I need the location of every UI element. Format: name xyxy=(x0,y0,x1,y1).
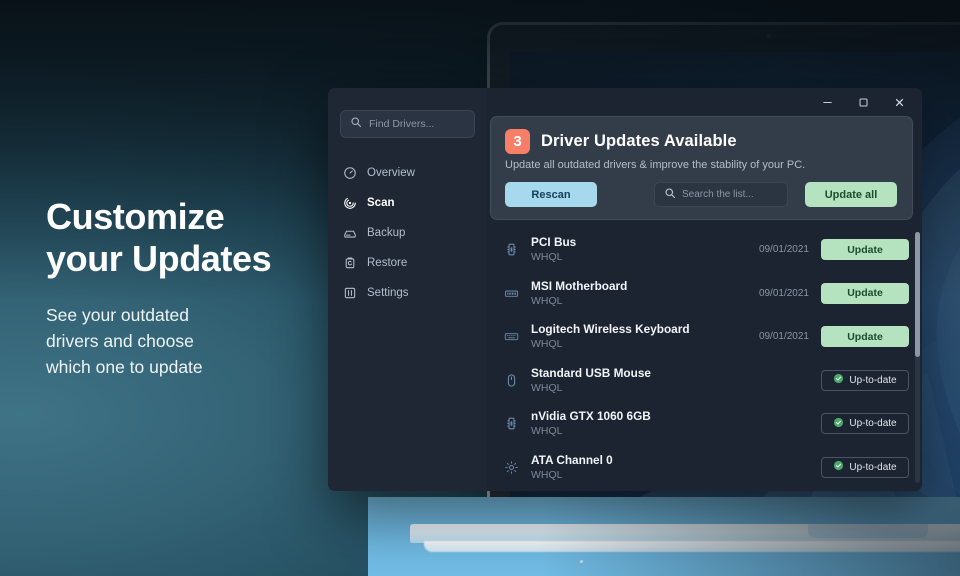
search-list-input[interactable]: Search the list... xyxy=(654,182,788,207)
search-icon xyxy=(664,186,676,204)
table-row[interactable]: MSI Motherboard WHQL 09/01/2021 Update xyxy=(490,272,913,316)
backup-drive-icon xyxy=(342,226,357,241)
gear-icon xyxy=(503,460,520,475)
search-list-placeholder: Search the list... xyxy=(682,189,754,200)
status-badge: Up-to-date xyxy=(821,369,909,391)
sidebar-item-label: Scan xyxy=(367,197,395,209)
status-badge-label: Up-to-date xyxy=(849,418,897,430)
sidebar-search-wrap: Find Drivers... xyxy=(328,110,487,138)
status-badge-label: Up-to-date xyxy=(849,374,897,386)
driver-name: nVidia GTX 1060 6GB xyxy=(531,409,651,424)
update-button[interactable]: Update xyxy=(821,239,909,261)
restore-clipboard-icon xyxy=(342,256,357,271)
subtext-line-2: drivers and choose xyxy=(46,330,194,351)
search-icon xyxy=(350,115,362,133)
driver-certification: WHQL xyxy=(531,425,563,438)
sidebar-item-label: Settings xyxy=(367,287,409,299)
driver-date: 09/01/2021 xyxy=(758,331,809,343)
screenshot-root: Customize your Updates See your outdated… xyxy=(0,0,960,576)
minimize-button[interactable] xyxy=(812,89,842,115)
sidebar: Find Drivers... Overview Scan Backup Res… xyxy=(328,88,487,491)
driver-name: Standard USB Mouse xyxy=(531,365,651,380)
hero-subtitle: Update all outdated drivers & improve th… xyxy=(505,159,806,171)
keyboard-icon xyxy=(503,329,520,344)
find-drivers-placeholder: Find Drivers... xyxy=(369,118,435,130)
subtext-line-1: See your outdated xyxy=(46,304,190,325)
headline-line-2: your Updates xyxy=(46,237,272,279)
page-title: Customize your Updates xyxy=(46,196,346,280)
chip-icon xyxy=(503,416,520,431)
marketing-copy: Customize your Updates See your outdated… xyxy=(46,196,346,380)
driver-certification: WHQL xyxy=(531,338,563,351)
headline-line-1: Customize xyxy=(46,196,225,237)
driver-certification: WHQL xyxy=(531,381,563,394)
driver-date: 09/01/2021 xyxy=(758,287,809,299)
table-row[interactable]: nVidia GTX 1060 6GB WHQL Up-to-date xyxy=(490,402,913,446)
marketing-subtext: See your outdated drivers and choose whi… xyxy=(46,302,346,381)
update-button[interactable]: Update xyxy=(821,282,909,304)
main-panel: 3 Driver Updates Available Update all ou… xyxy=(487,88,922,491)
list-scrollbar[interactable] xyxy=(915,232,920,483)
driver-updater-window: Find Drivers... Overview Scan Backup Res… xyxy=(328,88,922,491)
sidebar-item-overview[interactable]: Overview xyxy=(328,158,487,188)
settings-sliders-icon xyxy=(342,286,357,301)
row-text: nVidia GTX 1060 6GB WHQL xyxy=(531,409,809,438)
memory-stick-icon xyxy=(503,286,520,301)
update-count-badge: 3 xyxy=(505,129,530,154)
driver-list: PCI Bus WHQL 09/01/2021 Update MSI Mothe… xyxy=(490,228,913,491)
sidebar-item-restore[interactable]: Restore xyxy=(328,248,487,278)
update-all-button[interactable]: Update all xyxy=(805,182,897,207)
row-text: PCI Bus WHQL xyxy=(531,235,759,264)
status-badge: Up-to-date xyxy=(821,456,909,478)
subtext-line-3: which one to update xyxy=(46,357,203,377)
gauge-icon xyxy=(342,166,357,181)
scan-target-icon xyxy=(342,196,357,211)
sidebar-nav: Overview Scan Backup Restore Settings xyxy=(328,158,487,308)
row-text: ATA Channel 0 WHQL xyxy=(531,453,809,482)
close-icon[interactable] xyxy=(884,89,914,115)
sidebar-item-label: Overview xyxy=(367,167,415,179)
rescan-button[interactable]: Rescan xyxy=(505,182,597,207)
row-text: Standard USB Mouse WHQL xyxy=(531,366,809,395)
find-drivers-input[interactable]: Find Drivers... xyxy=(340,110,475,138)
check-circle-icon xyxy=(833,460,844,474)
row-text: Logitech Wireless Keyboard WHQL xyxy=(531,322,759,351)
sidebar-item-label: Backup xyxy=(367,227,406,239)
driver-certification: WHQL xyxy=(531,468,563,481)
hero-card: 3 Driver Updates Available Update all ou… xyxy=(490,116,913,220)
check-circle-icon xyxy=(833,373,844,387)
check-circle-icon xyxy=(833,417,844,431)
table-row[interactable]: Logitech Wireless Keyboard WHQL 09/01/20… xyxy=(490,315,913,359)
hero-title: Driver Updates Available xyxy=(541,132,737,150)
table-row[interactable]: ATA Channel 0 WHQL Up-to-date xyxy=(490,446,913,490)
update-button[interactable]: Update xyxy=(821,326,909,348)
mouse-icon xyxy=(503,373,520,388)
driver-certification: WHQL xyxy=(531,294,563,307)
window-controls xyxy=(812,88,914,116)
driver-name: ATA Channel 0 xyxy=(531,452,613,467)
table-row[interactable]: PCI Bus WHQL 09/01/2021 Update xyxy=(490,228,913,272)
status-badge: Up-to-date xyxy=(821,413,909,435)
chip-icon xyxy=(503,242,520,257)
hero-heading-row: 3 Driver Updates Available xyxy=(505,129,898,154)
sidebar-item-scan[interactable]: Scan xyxy=(328,188,487,218)
sidebar-item-backup[interactable]: Backup xyxy=(328,218,487,248)
driver-certification: WHQL xyxy=(531,251,563,264)
driver-name: MSI Motherboard xyxy=(531,278,628,293)
maximize-button[interactable] xyxy=(848,89,878,115)
driver-name: PCI Bus xyxy=(531,235,577,250)
row-text: MSI Motherboard WHQL xyxy=(531,279,759,308)
list-scrollbar-thumb[interactable] xyxy=(915,232,920,357)
sidebar-item-label: Restore xyxy=(367,257,408,269)
status-badge-label: Up-to-date xyxy=(849,461,897,473)
driver-name: Logitech Wireless Keyboard xyxy=(531,322,690,337)
sidebar-item-settings[interactable]: Settings xyxy=(328,278,487,308)
driver-date: 09/01/2021 xyxy=(758,244,809,256)
hero-actions: Rescan Search the list... Update all xyxy=(505,182,898,207)
table-row[interactable]: Standard USB Mouse WHQL Up-to-date xyxy=(490,359,913,403)
